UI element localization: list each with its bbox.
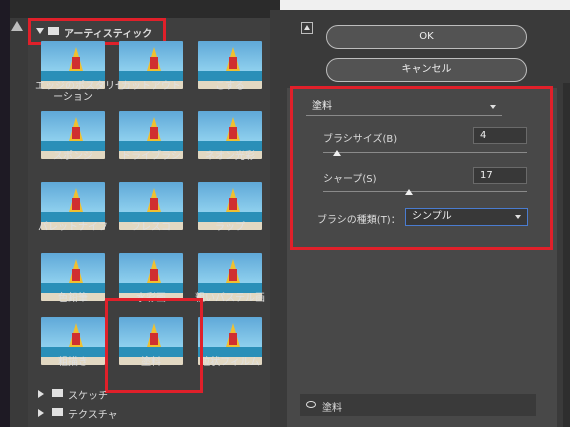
- filter-label: フレスコ: [131, 222, 171, 233]
- effect-layer-label: 塗料: [322, 403, 342, 414]
- folder-icon: [52, 389, 63, 397]
- highlight-settings: [290, 86, 553, 250]
- filter-label: エッジのポスタリゼ ーション: [35, 81, 125, 103]
- filter-label: カットアウト: [121, 81, 181, 92]
- filter-label: 粒状フィルム: [200, 357, 260, 368]
- folder-icon: [52, 408, 63, 416]
- right-scrollbar[interactable]: [563, 83, 570, 427]
- folder-label: テクスチャ: [68, 410, 118, 421]
- filter-label: 色鉛筆: [58, 293, 88, 304]
- folder-sketch[interactable]: スケッチ: [30, 386, 230, 402]
- collapse-button[interactable]: [301, 22, 313, 34]
- filter-label: ネオン光彩: [205, 151, 255, 162]
- folder-label: スケッチ: [68, 391, 108, 402]
- gallery-scrollbar[interactable]: [10, 18, 28, 427]
- eye-icon[interactable]: [306, 401, 316, 408]
- filter-label: 粗いパステル画: [195, 293, 265, 304]
- window-edge: [280, 0, 570, 10]
- collapse-icon: [304, 25, 310, 30]
- ok-button[interactable]: OK: [326, 25, 527, 49]
- filter-label: ドライブラシ: [121, 151, 181, 162]
- filter-label: ラップ: [215, 222, 245, 233]
- filter-label: パレットナイフ: [38, 222, 108, 233]
- expand-right-icon: [38, 409, 44, 417]
- cancel-button[interactable]: キャンセル: [326, 58, 527, 82]
- filter-label: 粗描き: [58, 357, 88, 368]
- scroll-up-icon[interactable]: [11, 21, 23, 31]
- filter-label: スポンジ: [53, 151, 93, 162]
- effect-layer-row[interactable]: 塗料: [300, 394, 536, 416]
- folder-texture[interactable]: テクスチャ: [30, 405, 230, 421]
- highlight-selected-filter: [105, 298, 203, 393]
- image-preview: [0, 0, 10, 427]
- filter-label: こする: [215, 81, 245, 92]
- expand-right-icon: [38, 390, 44, 398]
